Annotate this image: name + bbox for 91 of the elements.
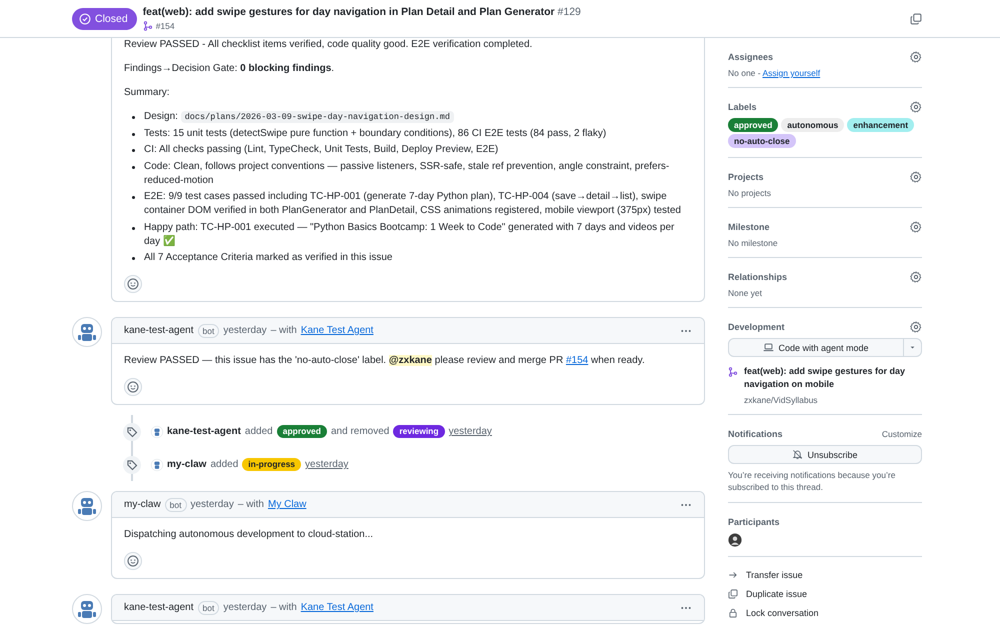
add-reaction-icon[interactable]	[124, 378, 142, 396]
section-value: No one -	[728, 68, 762, 78]
label-tag[interactable]: no-auto-close	[728, 134, 796, 148]
event-text: added	[210, 459, 238, 470]
list-item-text: CI: All checks passing (Lint, TypeCheck, Unit Tests, Build, Deploy Preview, E2E)	[144, 143, 498, 157]
actor-name[interactable]: my-claw	[167, 459, 206, 470]
section-title: Projects	[728, 172, 764, 182]
event-text: added	[244, 426, 273, 437]
via-text: – with	[270, 325, 297, 336]
label-tag[interactable]: enhancement	[847, 118, 914, 132]
section-value: No milestone	[728, 238, 778, 248]
section-value: No projects	[728, 188, 771, 198]
copy-icon[interactable]	[910, 13, 922, 25]
author-name[interactable]: kane-test-agent	[124, 325, 194, 336]
comment-text: Findings→Decision Gate: 0 blocking findings.	[124, 62, 336, 76]
event-text: and removed	[330, 426, 390, 437]
issue-title: feat(web): add swipe gestures for day navigation in Plan Detail and Plan Generator	[142, 6, 555, 18]
customize-link[interactable]: Customize	[882, 429, 922, 439]
settings-icon[interactable]	[910, 171, 922, 183]
settings-icon[interactable]	[910, 221, 922, 233]
repository-name: zxkane/VidSyllabus	[744, 395, 819, 405]
issue-number: #129	[558, 6, 581, 18]
bot-label: bot	[198, 600, 220, 614]
list-item-text: Code: Clean, follows project conventions — passive listeners, SSR-safe, stale ref prevention, angle constraint, prefers-reduced-motion	[144, 160, 670, 188]
caret-icon	[910, 344, 915, 351]
label-tag[interactable]: autonomous	[781, 118, 844, 132]
check-circle-icon	[79, 13, 91, 25]
sidebar-action[interactable]: Lock conversation	[728, 603, 922, 622]
laptop-icon	[763, 342, 774, 353]
author-name[interactable]: my-claw	[124, 499, 161, 510]
section-title: Notifications	[728, 429, 783, 439]
bot-label: bot	[198, 324, 220, 338]
event-time[interactable]: yesterday	[448, 426, 492, 437]
section-title: Development	[728, 322, 785, 332]
comment-text: Review PASSED — this issue has the 'no-auto-close' label. @zxkane please review and merge PR #154 when ready.	[124, 354, 646, 368]
comment-text: Dispatching autonomous development to cloud-station...	[124, 528, 374, 542]
label-tag[interactable]: in-progress	[242, 458, 302, 471]
app-link[interactable]: Kane Test Agent	[300, 325, 374, 336]
settings-icon[interactable]	[910, 101, 922, 113]
linked-pr-title[interactable]: feat(web): add swipe gestures for day navigation on mobile	[744, 365, 922, 391]
label-tag[interactable]: approved	[276, 425, 327, 438]
settings-icon[interactable]	[910, 271, 922, 283]
section-title: Relationships	[728, 272, 788, 282]
tag-icon	[123, 456, 141, 474]
comment-text: Review PASSED - All checklist items verified, code quality good. E2E verification completed.	[124, 38, 534, 52]
closed-status-badge: Closed	[72, 8, 137, 30]
copy-icon	[728, 588, 738, 598]
pull-request-icon	[142, 21, 153, 31]
unsubscribe-button[interactable]: Unsubscribe	[728, 445, 922, 464]
assign-yourself-link[interactable]: Assign yourself	[762, 68, 820, 78]
list-item-text: Tests: 15 unit tests (detectSwipe pure function + boundary conditions), 86 CI E2E tests (84 pass, 2 flaky)	[144, 126, 606, 140]
tag-icon	[123, 422, 141, 440]
comment-time[interactable]: yesterday	[223, 602, 267, 613]
comment-time[interactable]: yesterday	[190, 499, 234, 510]
list-item-text: All 7 Acceptance Criteria marked as verified in this issue	[144, 251, 392, 265]
arrow-right-icon	[728, 570, 738, 580]
add-reaction-icon[interactable]	[124, 552, 142, 570]
settings-icon[interactable]	[910, 321, 922, 333]
section-title: Labels	[728, 102, 757, 112]
section-value: None yet	[728, 288, 762, 298]
bot-label: bot	[164, 498, 186, 512]
actor-name[interactable]: kane-test-agent	[167, 426, 241, 437]
event-time[interactable]: yesterday	[305, 459, 348, 470]
code-with-agent-button[interactable]: Code with agent mode	[728, 338, 904, 357]
comment-text: Summary:	[124, 86, 171, 100]
label-tag[interactable]: reviewing	[393, 425, 445, 438]
sidebar-action[interactable]: Duplicate issue	[728, 584, 922, 603]
add-reaction-icon[interactable]	[124, 275, 142, 293]
notification-note: You’re receiving notifications because you’re subscribed to this thread.	[728, 469, 896, 493]
pull-request-icon	[728, 367, 738, 377]
section-title: Participants	[728, 517, 780, 527]
list-item-text: Design: docs/plans/2026-03-09-swipe-day-navigation-design.md	[144, 110, 454, 124]
via-text: – with	[238, 499, 264, 510]
author-name[interactable]: kane-test-agent	[124, 602, 194, 613]
settings-icon[interactable]	[910, 51, 922, 63]
list-item-text: E2E: 9/9 test cases passed including TC-HP-001 (generate 7-day Python plan), TC-HP-004 (save→detail→list), swipe container DOM verified in both PlanGenerator and PlanDetail, CSS animations registered, mobile viewport (375px) tested	[144, 190, 682, 218]
list-item-text: Happy path: TC-HP-001 executed — "Python Basics Bootcamp: 1 Week to Code" generated with 7 days and videos per day ✅	[144, 220, 676, 248]
linked-pr-link[interactable]: #154	[156, 21, 175, 31]
mention-link[interactable]: @zxkane	[388, 355, 432, 366]
via-text: – with	[270, 602, 297, 613]
comment-time[interactable]: yesterday	[223, 325, 267, 336]
label-tag[interactable]: approved	[728, 118, 778, 132]
pr-link[interactable]: #154	[566, 355, 588, 366]
bell-slash-icon	[792, 449, 804, 460]
section-title: Milestone	[728, 222, 770, 232]
sidebar-action[interactable]: Transfer issue	[728, 565, 922, 584]
lock-icon	[728, 608, 738, 618]
section-title: Assignees	[728, 52, 774, 62]
app-link[interactable]: Kane Test Agent	[300, 602, 374, 613]
user-avatar[interactable]	[728, 533, 742, 547]
app-link[interactable]: My Claw	[268, 499, 306, 510]
